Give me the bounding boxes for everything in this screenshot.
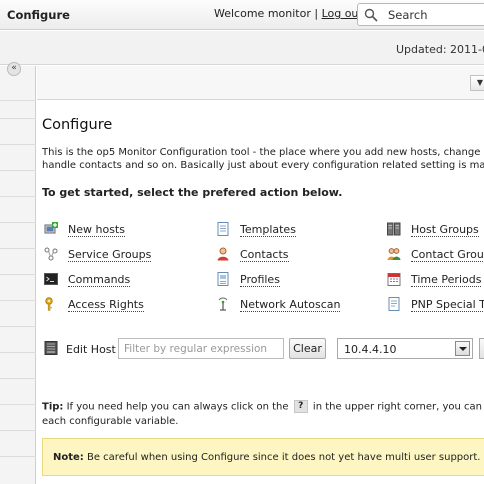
status-bar: Updated: 2011-04: [0, 31, 484, 65]
contact-groups-icon: [387, 248, 401, 260]
document-icon: [388, 297, 400, 311]
key-icon: [45, 297, 53, 311]
host-groups-icon: [387, 222, 401, 236]
action-label: Commands: [68, 273, 131, 287]
app-title: Configure: [7, 8, 70, 22]
tip-text-before: If you need help you can always click on…: [63, 401, 289, 413]
action-label: Contact Groups: [411, 248, 484, 262]
action-label: Access Rights: [68, 298, 144, 312]
action-label: Profiles: [240, 273, 280, 287]
host-select[interactable]: 10.4.4.10: [337, 338, 473, 359]
tip-prefix: Tip:: [42, 401, 64, 413]
sidebar-divider: [0, 352, 36, 353]
search-icon: [364, 8, 378, 22]
filter-placeholder: Filter by regular expression: [124, 343, 268, 355]
commands-icon: [44, 273, 58, 285]
sidebar-divider: [0, 274, 36, 275]
toolbar-row: ▼: [37, 66, 484, 100]
sidebar: [0, 66, 36, 484]
action-label: PNP Special Te: [411, 298, 484, 312]
note-prefix: Note:: [53, 452, 84, 463]
intro-text: This is the op5 Monitor Configuration to…: [42, 146, 484, 172]
sidebar-divider: [0, 404, 36, 405]
sidebar-collapse-button[interactable]: «: [7, 62, 21, 76]
sidebar-divider: [0, 248, 36, 249]
action-label: Time Periods: [411, 273, 482, 287]
tip-line2: each configurable variable.: [42, 415, 179, 427]
sidebar-divider: [0, 326, 36, 327]
welcome-text: Welcome monitor |: [214, 7, 319, 20]
updated-timestamp: Updated: 2011-04: [396, 43, 484, 56]
action-label: Contacts: [240, 248, 289, 262]
sidebar-divider: [0, 196, 36, 197]
action-label: New hosts: [68, 223, 125, 237]
edit-host-icon: [44, 341, 58, 355]
intro-line: This is the op5 Monitor Configuration to…: [42, 147, 481, 158]
sidebar-divider: [0, 300, 36, 301]
note-text: Be careful when using Configure since it…: [83, 452, 481, 463]
profiles-icon: [217, 272, 229, 286]
sidebar-divider: [0, 144, 36, 145]
template-icon: [217, 222, 229, 236]
edit-host-label: Edit Host: [66, 343, 116, 356]
new-host-icon: [44, 222, 58, 234]
page-title: Configure: [42, 117, 113, 133]
service-groups-icon: [44, 247, 58, 261]
clear-button[interactable]: Clear: [289, 338, 326, 359]
welcome-area: Welcome monitor | Log out: [214, 7, 363, 20]
calendar-icon: [387, 273, 401, 286]
sidebar-divider: [0, 378, 36, 379]
note-box: Note: Be careful when using Configure si…: [42, 438, 484, 476]
top-header: Configure Welcome monitor | Log out Sear…: [0, 0, 484, 30]
sidebar-divider: [0, 456, 36, 457]
tip-text: Tip: If you need help you can always cli…: [42, 400, 484, 429]
contact-icon: [217, 247, 229, 261]
action-label: Network Autoscan: [240, 298, 341, 312]
intro-line: handle contacts and so on. Basically jus…: [42, 160, 484, 171]
sidebar-divider: [0, 100, 36, 101]
action-label: Templates: [240, 223, 296, 237]
sidebar-divider: [0, 430, 36, 431]
sidebar-divider: [0, 222, 36, 223]
host-select-value: 10.4.4.10: [344, 343, 397, 356]
host-filter-input[interactable]: Filter by regular expression: [118, 338, 284, 359]
chevron-down-icon[interactable]: ▼: [470, 75, 484, 91]
action-label: Service Groups: [68, 248, 152, 262]
get-started-heading: To get started, select the prefered acti…: [42, 186, 343, 199]
search-input[interactable]: Search: [388, 8, 428, 22]
chevron-down-icon[interactable]: [455, 341, 470, 356]
antenna-icon: [218, 297, 228, 311]
search-box[interactable]: Search: [357, 3, 484, 26]
go-button[interactable]: [479, 338, 484, 359]
sidebar-divider: [0, 170, 36, 171]
tip-text-after: in the upper right corner, you can: [312, 401, 482, 413]
sidebar-divider: [0, 118, 36, 119]
action-label: Host Groups: [411, 223, 479, 237]
help-icon: ?: [293, 400, 308, 413]
